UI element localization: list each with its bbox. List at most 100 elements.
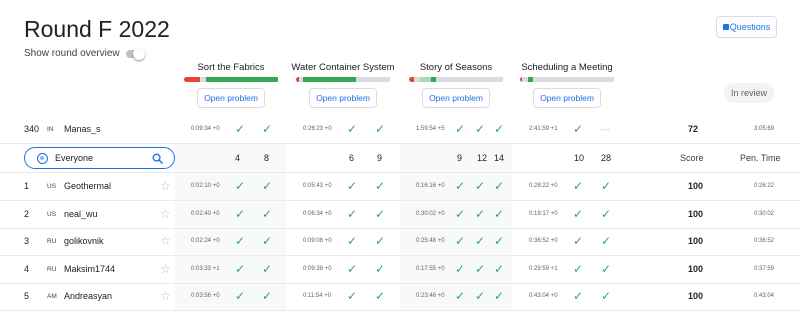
rank: 2: [24, 208, 30, 219]
participant-name[interactable]: Manas_s: [64, 116, 101, 143]
progress-segment: [356, 77, 391, 82]
check-icon: ✓: [375, 206, 386, 221]
favorite-star-icon[interactable]: ☆: [160, 228, 171, 255]
participant-name[interactable]: Andreasyan: [64, 283, 112, 310]
check-icon: ✓: [601, 234, 612, 248]
rank: 3: [24, 236, 30, 246]
problem-progress-bar: [295, 77, 391, 82]
check-icon: ✓: [375, 234, 386, 248]
participant-name[interactable]: neal_wu: [64, 201, 98, 228]
score-value: 100: [688, 291, 704, 301]
question-icon: [722, 24, 729, 30]
check-icon: ✓: [475, 289, 486, 303]
check-icon: ✓: [455, 289, 466, 303]
solve-time: 0:28:22 +0: [529, 183, 558, 189]
solve-time: 0:19:17 +0: [529, 210, 558, 217]
check-icon: ✓: [455, 261, 466, 276]
solve-time: 0:30:02 +0: [416, 210, 445, 217]
penalty-time: 3:05:69: [754, 126, 775, 132]
check-icon: ✓: [455, 179, 466, 193]
problem-name: Sort the Fabrics: [197, 62, 265, 73]
favorite-star-icon[interactable]: ☆: [160, 173, 171, 200]
participant-name[interactable]: Maksim1744: [64, 256, 115, 283]
problem-progress-bar: [183, 77, 279, 82]
check-icon: ✓: [375, 261, 386, 276]
favorite-star-icon[interactable]: ☆: [160, 283, 171, 310]
test-set-points: 14: [494, 153, 505, 163]
check-icon: ✓: [235, 261, 246, 276]
search-icon[interactable]: [152, 153, 163, 164]
rank: 1: [24, 181, 30, 191]
open-problem-button[interactable]: Open problem: [422, 88, 490, 108]
solve-time: 0:02:24 +0: [191, 238, 220, 244]
questions-button[interactable]: Questions: [716, 16, 777, 38]
globe-icon: [37, 152, 48, 164]
check-icon: ✓: [455, 234, 466, 248]
leaderboard-row: 2 US neal_wu 0:02:40 +0 ✓ ✓ 0:06:34 +0 ✓ ✓ 0:30:0…: [0, 201, 800, 228]
favorite-star-icon[interactable]: ☆: [160, 201, 171, 228]
check-icon: ✓: [262, 179, 273, 193]
problem-progress-bar: [519, 77, 615, 82]
penalty-column-header: Pen. Time: [740, 153, 781, 163]
solve-time: 0:02:10 +0: [191, 183, 220, 189]
check-icon: ✓: [475, 122, 486, 136]
problem-header: Sort the Fabrics Open problem: [176, 62, 286, 108]
check-icon: ✓: [601, 206, 612, 221]
rank: 340: [24, 124, 40, 134]
open-problem-button[interactable]: Open problem: [533, 88, 601, 108]
check-icon: ✓: [475, 234, 486, 248]
check-icon: ✓: [347, 122, 358, 136]
test-set-points: 9: [457, 153, 463, 163]
participant-search[interactable]: Everyone: [24, 147, 175, 169]
check-icon: ✓: [601, 289, 612, 303]
overview-toggle[interactable]: [125, 47, 145, 60]
check-icon: ✓: [347, 234, 358, 248]
check-icon: ✓: [573, 234, 584, 248]
divider: [0, 143, 800, 144]
check-icon: ✓: [375, 179, 386, 193]
leaderboard-row: 4 RU Maksim1744 0:03:33 +1 ✓ ✓ 0:09:38 +0 ✓ ✓ 0:1…: [0, 256, 800, 283]
favorite-star-icon[interactable]: ☆: [160, 256, 171, 283]
open-problem-button[interactable]: Open problem: [309, 88, 377, 108]
leaderboard-row: 1 US Geothermal 0:02:10 +0 ✓ ✓ 0:05:43 +0 ✓ ✓ 0:1…: [0, 173, 800, 200]
check-icon: ✓: [601, 179, 612, 193]
solve-time: 0:17:55 +0: [416, 265, 445, 272]
progress-segment: [419, 77, 432, 82]
test-set-points: 6: [349, 153, 355, 163]
check-icon: ✓: [494, 179, 505, 193]
round-overview-toggle-row: Show round overview: [24, 47, 145, 60]
progress-segment: [206, 77, 279, 82]
check-icon: ✓: [347, 261, 358, 276]
progress-segment: [183, 77, 200, 82]
check-icon: ✓: [347, 289, 358, 303]
participant-name[interactable]: golikovnik: [64, 228, 104, 255]
solve-time: 0:25:48 +0: [416, 238, 445, 244]
test-set-points: 10: [574, 153, 585, 163]
score-value: 100: [688, 208, 704, 219]
my-result-row: 340 IN Manas_s 0:09:34 +0 ✓ ✓ 0:26:23 +0 ✓ ✓ 1:59…: [0, 116, 800, 143]
check-icon: ✓: [455, 122, 466, 136]
participant-name[interactable]: Geothermal: [64, 173, 111, 200]
test-set-points: 12: [477, 153, 488, 163]
progress-segment: [303, 77, 357, 82]
check-icon: ✓: [262, 234, 273, 248]
check-icon: ✓: [262, 122, 273, 136]
score-column-header: Score: [680, 153, 704, 163]
solve-time: 0:09:34 +0: [191, 126, 220, 132]
check-icon: ✓: [347, 206, 358, 221]
problem-header: Scheduling a Meeting Open problem: [512, 62, 622, 108]
search-input[interactable]: Everyone: [55, 153, 152, 163]
leaderboard-row: 3 RU golikovnik 0:02:24 +0 ✓ ✓ 0:09:08 +0 ✓ ✓ 0:2…: [0, 228, 800, 255]
check-icon: ✓: [262, 289, 273, 303]
problem-name: Water Container System: [291, 62, 395, 73]
progress-segment: [532, 77, 615, 82]
score-value: 100: [688, 181, 704, 191]
check-icon: ✓: [235, 179, 246, 193]
solve-time: 2:41:59 +1: [529, 126, 558, 132]
check-icon: ✓: [601, 261, 612, 276]
solve-time: 0:16:16 +0: [416, 183, 445, 189]
rank: 4: [24, 263, 30, 274]
open-problem-button[interactable]: Open problem: [197, 88, 265, 108]
page-title: Round F 2022: [24, 16, 170, 42]
check-icon: ✓: [494, 206, 505, 221]
